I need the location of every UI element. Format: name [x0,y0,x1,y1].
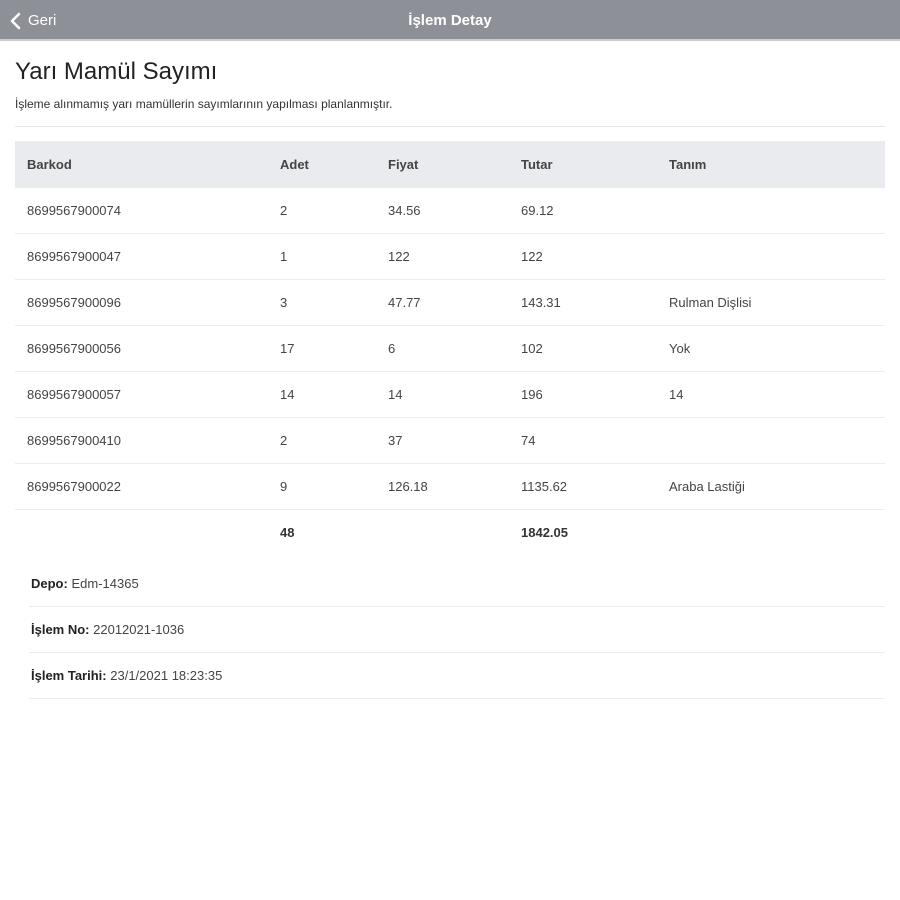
cell-barkod: 8699567900057 [15,371,268,418]
cell-adet: 14 [268,371,376,418]
cell-tanim: Araba Lastiği [657,463,885,510]
cell-barkod: 8699567900056 [15,325,268,372]
cell-fiyat: 37 [376,417,509,464]
items-table: Barkod Adet Fiyat Tutar Tanım 8699567900… [15,141,885,555]
table-row: 8699567900056 17 6 102 Yok [15,325,885,372]
page-subtitle: İşleme alınmamış yarı mamüllerin sayımla… [15,97,393,111]
column-header-barkod: Barkod [15,141,268,188]
total-tutar: 1842.05 [521,525,568,540]
cell-tanim: 14 [657,371,885,418]
table-header-row: Barkod Adet Fiyat Tutar Tanım [15,141,885,188]
info-row-depo: Depo: Edm-14365 [29,561,885,607]
cell-fiyat: 14 [376,371,509,418]
cell-adet: 3 [268,279,376,326]
cell-adet: 17 [268,325,376,372]
cell-tutar: 196 [509,371,657,418]
table-row: 8699567900096 3 47.77 143.31 Rulman Dişl… [15,279,885,326]
cell-barkod: 8699567900074 [15,188,268,234]
info-row-islem-no: İşlem No: 22012021-1036 [29,607,885,653]
islem-tarihi-label: İşlem Tarihi: [31,668,107,683]
transaction-info: Depo: Edm-14365 İşlem No: 22012021-1036 … [29,561,885,699]
cell-barkod: 8699567900047 [15,233,268,280]
cell-tanim: Yok [657,325,885,372]
cell-adet: 9 [268,463,376,510]
info-row-islem-tarihi: İşlem Tarihi: 23/1/2021 18:23:35 [29,653,885,699]
cell-adet: 2 [268,188,376,234]
islem-no-value: 22012021-1036 [93,622,185,637]
cell-tanim [657,233,885,280]
depo-value: Edm-14365 [71,576,139,591]
cell-tutar: 74 [509,417,657,464]
table-row: 8699567900410 2 37 74 [15,417,885,464]
cell-fiyat: 126.18 [376,463,509,510]
cell-tutar: 122 [509,233,657,280]
totals-row: 48 1842.05 [15,510,885,556]
islem-no-label: İşlem No: [31,622,90,637]
cell-tutar: 102 [509,325,657,372]
cell-barkod: 8699567900410 [15,417,268,464]
table-row: 8699567900022 9 126.18 1135.62 Araba Las… [15,463,885,510]
total-adet: 48 [280,525,295,540]
total-fiyat-empty [376,510,509,556]
depo-label: Depo: [31,576,68,591]
table-row: 8699567900047 1 122 122 [15,233,885,280]
navigation-bar: Geri İşlem Detay [0,0,900,41]
table-row: 8699567900074 2 34.56 69.12 [15,188,885,234]
divider [15,126,885,127]
page-title: Yarı Mamül Sayımı [15,58,218,85]
cell-barkod: 8699567900096 [15,279,268,326]
cell-adet: 1 [268,233,376,280]
cell-adet: 2 [268,417,376,464]
cell-tanim: Rulman Dişlisi [657,279,885,326]
total-barkod-empty [15,510,268,556]
cell-tanim [657,417,885,464]
cell-fiyat: 34.56 [376,188,509,234]
cell-fiyat: 122 [376,233,509,280]
islem-tarihi-value: 23/1/2021 18:23:35 [110,668,223,683]
cell-tanim [657,188,885,234]
total-tanim-empty [657,510,885,556]
cell-barkod: 8699567900022 [15,463,268,510]
table-row: 8699567900057 14 14 196 14 [15,371,885,418]
column-header-adet: Adet [268,141,376,188]
column-header-tutar: Tutar [509,141,657,188]
cell-fiyat: 6 [376,325,509,372]
column-header-fiyat: Fiyat [376,141,509,188]
cell-tutar: 69.12 [509,188,657,234]
cell-tutar: 1135.62 [509,463,657,510]
page-content: Yarı Mamül Sayımı İşleme alınmamış yarı … [0,57,900,699]
cell-tutar: 143.31 [509,279,657,326]
column-header-tanim: Tanım [657,141,885,188]
cell-fiyat: 47.77 [376,279,509,326]
nav-title: İşlem Detay [408,12,492,29]
